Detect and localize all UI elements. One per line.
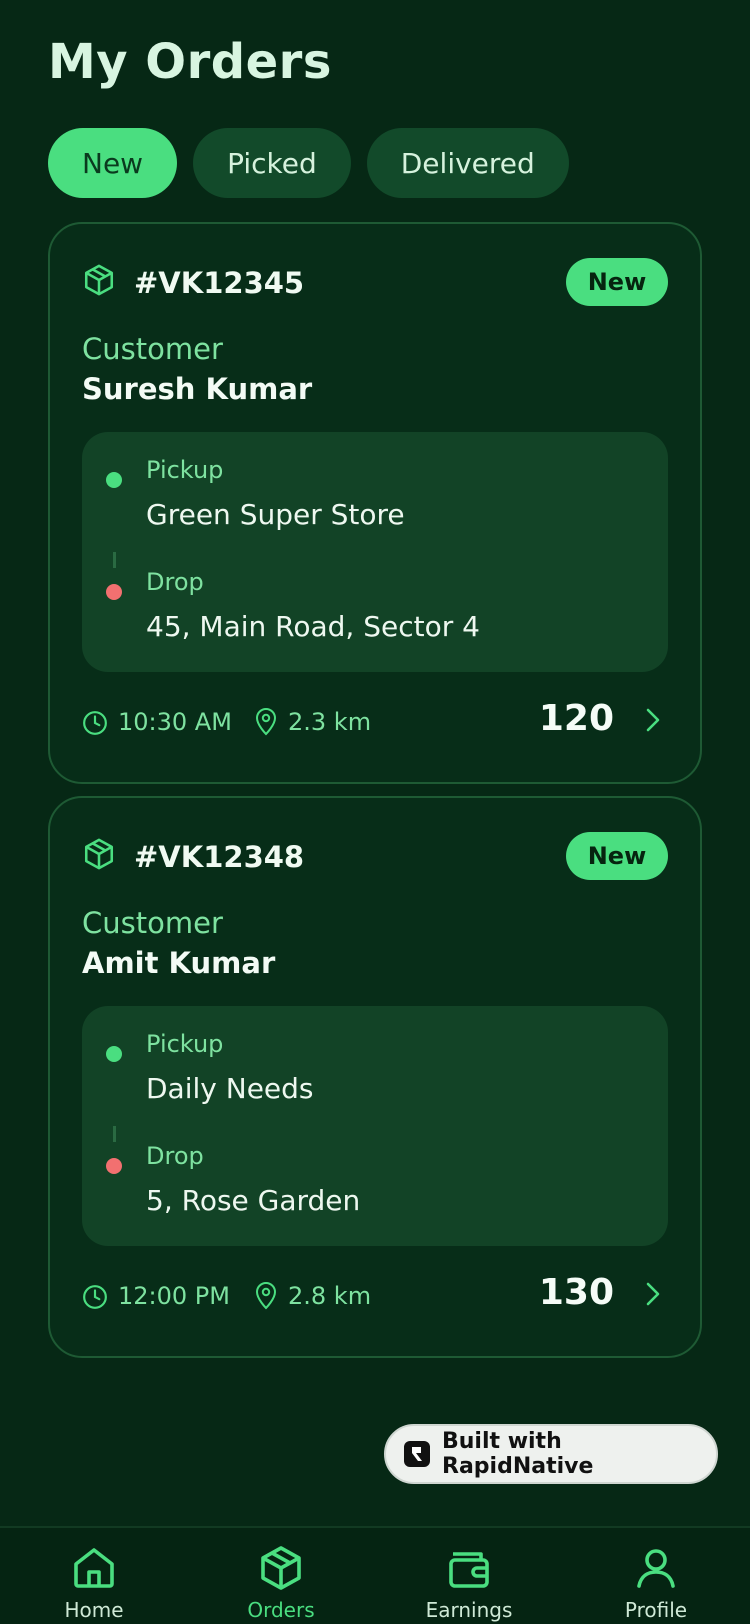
order-id: #VK12345 — [134, 266, 305, 300]
nav-orders[interactable]: Orders — [206, 1544, 356, 1624]
nav-earnings-label: Earnings — [425, 1598, 513, 1622]
status-badge: New — [566, 258, 668, 306]
customer-name: Amit Kumar — [82, 946, 276, 980]
route-line — [113, 1126, 116, 1142]
customer-name: Suresh Kumar — [82, 372, 313, 406]
drop-label: Drop — [146, 568, 204, 596]
tab-picked[interactable]: Picked — [193, 128, 351, 198]
route-line — [113, 552, 116, 568]
order-meta: 10:30 AM 2.3 km 120 — [82, 698, 668, 744]
customer-label: Customer — [82, 332, 223, 366]
clock-icon — [83, 1285, 107, 1309]
route-panel: Pickup Daily Needs Drop 5, Rose Garden — [82, 1006, 668, 1246]
order-card[interactable]: #VK12345 New Customer Suresh Kumar Picku… — [48, 222, 702, 784]
home-icon — [74, 1548, 114, 1588]
pickup-dot — [106, 472, 122, 488]
nav-home-label: Home — [64, 1598, 124, 1622]
nav-profile-label: Profile — [624, 1598, 688, 1622]
status-tabs: New Picked Delivered — [48, 128, 569, 198]
route-panel: Pickup Green Super Store Drop 45, Main R… — [82, 432, 668, 672]
pickup-location: Daily Needs — [146, 1072, 314, 1105]
package-icon — [84, 838, 114, 870]
drop-dot — [106, 584, 122, 600]
order-meta: 12:00 PM 2.8 km 130 — [82, 1272, 668, 1318]
nav-home[interactable]: Home — [19, 1544, 169, 1624]
order-amount: 120 — [538, 698, 614, 739]
clock-icon — [83, 711, 107, 735]
page-title: My Orders — [48, 34, 332, 90]
nav-profile[interactable]: Profile — [581, 1544, 731, 1624]
chevron-right-icon[interactable] — [642, 706, 664, 734]
drop-location: 45, Main Road, Sector 4 — [146, 610, 480, 643]
rapidnative-logo-icon — [404, 1441, 430, 1467]
drop-location: 5, Rose Garden — [146, 1184, 361, 1217]
package-icon — [261, 1546, 301, 1590]
order-card[interactable]: #VK12348 New Customer Amit Kumar Pickup … — [48, 796, 702, 1358]
map-pin-icon — [255, 1282, 277, 1310]
drop-dot — [106, 1158, 122, 1174]
drop-label: Drop — [146, 1142, 204, 1170]
user-icon — [637, 1549, 675, 1588]
nav-orders-label: Orders — [247, 1598, 315, 1622]
built-with-badge[interactable]: Built with RapidNative — [384, 1424, 718, 1484]
pickup-label: Pickup — [146, 1030, 224, 1058]
order-time: 12:00 PM — [118, 1282, 230, 1310]
nav-earnings[interactable]: Earnings — [394, 1544, 544, 1624]
order-amount: 130 — [538, 1272, 614, 1313]
pickup-dot — [106, 1046, 122, 1062]
order-header: #VK12348 New — [82, 832, 668, 886]
customer-label: Customer — [82, 906, 223, 940]
tab-delivered[interactable]: Delivered — [366, 128, 569, 198]
package-icon — [84, 264, 114, 296]
order-distance: 2.8 km — [288, 1282, 372, 1310]
bottom-nav: Home Orders Earnings Profile — [0, 1526, 750, 1624]
map-pin-icon — [255, 708, 277, 736]
wallet-icon — [449, 1552, 489, 1588]
order-header: #VK12345 New — [82, 258, 668, 312]
tab-new[interactable]: New — [48, 128, 178, 198]
status-badge: New — [566, 832, 668, 880]
built-with-label: Built with RapidNative — [442, 1429, 594, 1479]
pickup-location: Green Super Store — [146, 498, 405, 531]
orders-screen: My Orders New Picked Delivered #VK12345 … — [0, 0, 750, 1624]
order-time: 10:30 AM — [118, 708, 232, 736]
order-id: #VK12348 — [134, 840, 305, 874]
pickup-label: Pickup — [146, 456, 224, 484]
order-distance: 2.3 km — [288, 708, 372, 736]
chevron-right-icon[interactable] — [642, 1280, 664, 1308]
